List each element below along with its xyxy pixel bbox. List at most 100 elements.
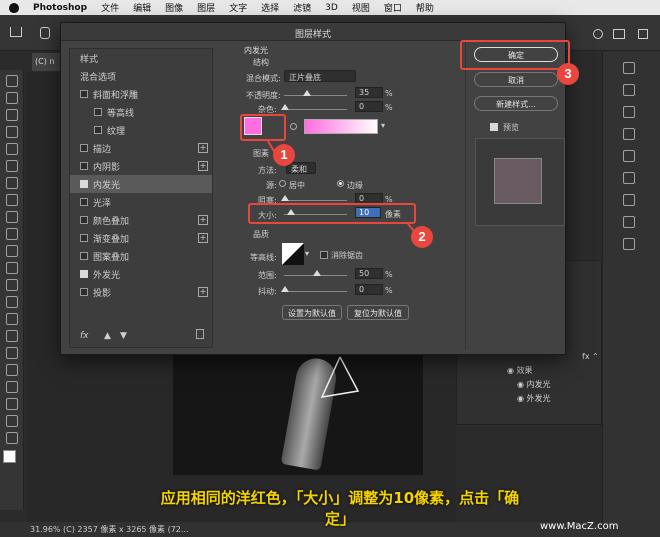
style-item-drop-shadow[interactable]: 投影 +: [70, 283, 212, 301]
gradients-panel-icon[interactable]: [623, 106, 635, 118]
style-item-color-overlay[interactable]: 颜色叠加 +: [70, 211, 212, 229]
style-item-inner-glow[interactable]: 内发光: [70, 175, 212, 193]
contour-preview[interactable]: [282, 243, 304, 265]
set-default-button[interactable]: 设置为默认值: [282, 305, 342, 320]
range-input[interactable]: 50: [355, 268, 383, 279]
jitter-input[interactable]: 0: [355, 284, 383, 295]
eraser-tool-icon[interactable]: [6, 262, 18, 274]
fx-menu-icon[interactable]: fx: [80, 331, 89, 341]
share-icon[interactable]: [638, 29, 648, 39]
source-center-radio[interactable]: [279, 180, 286, 187]
add-icon[interactable]: +: [198, 233, 208, 243]
blur-tool-icon[interactable]: [6, 296, 18, 308]
move-up-icon[interactable]: ▲: [104, 331, 111, 341]
quick-select-tool-icon[interactable]: [6, 126, 18, 138]
menu-layer[interactable]: 图层: [197, 1, 215, 14]
styles-header[interactable]: 样式: [70, 49, 212, 67]
gradient-tool-icon[interactable]: [6, 279, 18, 291]
workspace-icon[interactable]: [613, 29, 625, 39]
swatches-panel-icon[interactable]: [623, 84, 635, 96]
adjustments-panel-icon[interactable]: [623, 194, 635, 206]
zoom-tool-icon[interactable]: [6, 415, 18, 427]
move-down-icon[interactable]: ▼: [120, 331, 127, 341]
type-tool-icon[interactable]: [6, 347, 18, 359]
lasso-tool-icon[interactable]: [6, 109, 18, 121]
color-panel-icon[interactable]: [623, 62, 635, 74]
style-item-satin[interactable]: 光泽: [70, 193, 212, 211]
foreground-color-swatch[interactable]: [3, 450, 16, 463]
opacity-input[interactable]: 35: [355, 87, 383, 98]
learn-panel-icon[interactable]: [623, 150, 635, 162]
edit-toolbar-icon[interactable]: [6, 432, 18, 444]
checkbox[interactable]: [80, 252, 88, 260]
opacity-slider[interactable]: [284, 95, 347, 96]
menu-view[interactable]: 视图: [352, 1, 370, 14]
dodge-tool-icon[interactable]: [6, 313, 18, 325]
choke-slider[interactable]: [284, 200, 347, 201]
layer-effect-outer-glow[interactable]: ◉ 外发光: [457, 391, 601, 405]
eye-icon[interactable]: ◉: [507, 366, 517, 375]
hand-icon[interactable]: [40, 27, 50, 39]
path-select-icon[interactable]: [6, 364, 18, 376]
brush-tool-icon[interactable]: [6, 211, 18, 223]
style-item-outer-glow[interactable]: 外发光: [70, 265, 212, 283]
menu-edit[interactable]: 编辑: [133, 1, 151, 14]
history-brush-icon[interactable]: [6, 245, 18, 257]
menu-select[interactable]: 选择: [261, 1, 279, 14]
layer-effect-inner-glow[interactable]: ◉ 内发光: [457, 377, 601, 391]
frame-tool-icon[interactable]: [6, 160, 18, 172]
add-icon[interactable]: +: [198, 215, 208, 225]
antialias-checkbox[interactable]: [320, 251, 328, 259]
style-item-inner-shadow[interactable]: 内阴影 +: [70, 157, 212, 175]
jitter-slider-thumb[interactable]: [281, 286, 289, 292]
search-icon[interactable]: [593, 29, 603, 39]
properties-panel-icon[interactable]: [623, 216, 635, 228]
noise-slider[interactable]: [284, 109, 347, 110]
checkbox[interactable]: [80, 90, 88, 98]
hand-tool-icon[interactable]: [6, 398, 18, 410]
pen-tool-icon[interactable]: [6, 330, 18, 342]
chevron-down-icon[interactable]: ▾: [381, 121, 385, 130]
move-tool-icon[interactable]: [6, 75, 18, 87]
checkbox[interactable]: [80, 162, 88, 170]
add-icon[interactable]: +: [198, 287, 208, 297]
blending-options[interactable]: 混合选项: [70, 67, 212, 85]
trash-icon[interactable]: [196, 329, 204, 339]
checkbox[interactable]: [80, 216, 88, 224]
menu-3d[interactable]: 3D: [325, 3, 338, 13]
blend-mode-select[interactable]: 正片叠底: [284, 70, 356, 82]
menu-image[interactable]: 图像: [165, 1, 183, 14]
noise-slider-thumb[interactable]: [281, 104, 289, 110]
stamp-tool-icon[interactable]: [6, 228, 18, 240]
style-item-contour[interactable]: 等高线: [70, 103, 212, 121]
menu-filter[interactable]: 滤镜: [293, 1, 311, 14]
libraries-panel-icon[interactable]: [623, 172, 635, 184]
add-icon[interactable]: +: [198, 143, 208, 153]
document-tab[interactable]: (C) n: [32, 53, 62, 71]
checkbox[interactable]: [80, 144, 88, 152]
eyedropper-tool-icon[interactable]: [6, 177, 18, 189]
add-icon[interactable]: +: [198, 161, 208, 171]
preview-checkbox[interactable]: [490, 123, 498, 131]
glow-gradient-picker[interactable]: [304, 119, 378, 134]
eye-icon[interactable]: ◉: [517, 394, 527, 403]
new-style-button[interactable]: 新建样式...: [474, 96, 558, 111]
checkbox-checked[interactable]: [80, 270, 88, 278]
jitter-slider[interactable]: [284, 291, 347, 292]
eye-icon[interactable]: ◉: [517, 380, 527, 389]
gradient-radio[interactable]: [290, 123, 297, 130]
shape-tool-icon[interactable]: [6, 381, 18, 393]
source-edge-radio[interactable]: [337, 180, 344, 187]
cancel-button[interactable]: 取消: [474, 72, 558, 87]
style-item-texture[interactable]: 纹理: [70, 121, 212, 139]
marquee-tool-icon[interactable]: [6, 92, 18, 104]
layer-effects[interactable]: ◉ 效果: [457, 363, 601, 377]
chevron-down-icon[interactable]: ▾: [305, 249, 309, 258]
opacity-slider-thumb[interactable]: [303, 90, 311, 96]
style-item-pattern-overlay[interactable]: 图案叠加: [70, 247, 212, 265]
style-item-gradient-overlay[interactable]: 渐变叠加 +: [70, 229, 212, 247]
checkbox-checked[interactable]: [80, 180, 88, 188]
healing-tool-icon[interactable]: [6, 194, 18, 206]
checkbox[interactable]: [80, 288, 88, 296]
app-name[interactable]: Photoshop: [33, 3, 87, 13]
